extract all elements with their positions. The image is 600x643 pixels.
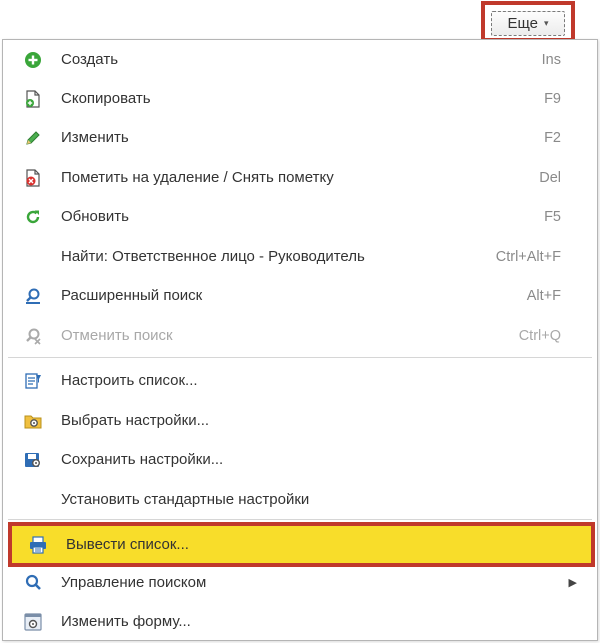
print-list-icon bbox=[28, 535, 48, 555]
chevron-down-icon: ▾ bbox=[544, 18, 549, 28]
menu-item-shortcut: Ins bbox=[541, 51, 561, 68]
more-menu: Создать Ins Скопировать F9 Изменить F2 П… bbox=[2, 39, 598, 641]
advanced-search-icon bbox=[23, 286, 43, 306]
menu-item-copy[interactable]: Скопировать F9 bbox=[3, 79, 597, 118]
menu-item-cancel-search[interactable]: Отменить поиск Ctrl+Q bbox=[3, 316, 597, 355]
copy-icon bbox=[23, 89, 43, 109]
menu-item-shortcut: Alt+F bbox=[526, 287, 561, 304]
menu-item-shortcut: F9 bbox=[544, 90, 561, 107]
menu-item-label: Настроить список... bbox=[61, 372, 198, 389]
menu-item-configure-list[interactable]: Настроить список... bbox=[3, 361, 597, 400]
menu-item-label: Найти: Ответственное лицо - Руководитель bbox=[61, 248, 365, 265]
cancel-search-icon bbox=[23, 326, 43, 346]
menu-item-default-settings[interactable]: Установить стандартные настройки bbox=[3, 480, 597, 519]
menu-item-search-management[interactable]: Управление поиском ▶ bbox=[3, 563, 597, 602]
refresh-icon bbox=[23, 207, 43, 227]
menu-item-shortcut: F2 bbox=[544, 129, 561, 146]
menu-item-select-settings[interactable]: Выбрать настройки... bbox=[3, 401, 597, 440]
menu-separator bbox=[8, 357, 592, 358]
menu-item-label: Выбрать настройки... bbox=[61, 412, 210, 429]
menu-item-label: Расширенный поиск bbox=[61, 287, 203, 304]
menu-item-refresh[interactable]: Обновить F5 bbox=[3, 197, 597, 236]
search-icon bbox=[23, 573, 43, 593]
plus-circle-icon bbox=[23, 50, 43, 70]
menu-item-label: Отменить поиск bbox=[61, 327, 173, 344]
menu-separator bbox=[8, 519, 592, 520]
save-settings-icon bbox=[23, 450, 43, 470]
menu-item-label: Управление поиском bbox=[61, 574, 207, 591]
menu-item-edit-form[interactable]: Изменить форму... bbox=[3, 602, 597, 641]
menu-item-print-list[interactable]: Вывести список... bbox=[8, 526, 600, 563]
menu-item-label: Вывести список... bbox=[66, 536, 189, 553]
more-button-highlight: Еще ▾ bbox=[481, 1, 575, 42]
menu-item-shortcut: Ctrl+Q bbox=[518, 327, 561, 344]
more-button-label: Еще bbox=[507, 15, 538, 32]
select-settings-icon bbox=[23, 411, 43, 431]
menu-item-save-settings[interactable]: Сохранить настройки... bbox=[3, 440, 597, 479]
menu-item-edit[interactable]: Изменить F2 bbox=[3, 118, 597, 157]
menu-item-label: Сохранить настройки... bbox=[61, 451, 224, 468]
pencil-icon bbox=[23, 128, 43, 148]
menu-item-label: Изменить bbox=[61, 129, 129, 146]
chevron-right-icon: ▶ bbox=[568, 577, 577, 589]
menu-item-advanced-search[interactable]: Расширенный поиск Alt+F bbox=[3, 276, 597, 315]
menu-item-label: Установить стандартные настройки bbox=[61, 491, 310, 508]
more-button[interactable]: Еще ▾ bbox=[491, 11, 565, 36]
menu-item-label: Изменить форму... bbox=[61, 613, 191, 630]
highlight-box: Вывести список... bbox=[8, 522, 595, 567]
menu-item-label: Пометить на удаление / Снять пометку bbox=[61, 169, 334, 186]
menu-item-shortcut: Ctrl+Alt+F bbox=[495, 248, 561, 265]
menu-item-shortcut: Del bbox=[539, 169, 561, 186]
delete-mark-icon bbox=[23, 168, 43, 188]
menu-item-label: Обновить bbox=[61, 208, 129, 225]
menu-item-label: Создать bbox=[61, 51, 119, 68]
form-icon bbox=[23, 612, 43, 632]
menu-item-shortcut: F5 bbox=[544, 208, 561, 225]
menu-item-create[interactable]: Создать Ins bbox=[3, 40, 597, 79]
menu-item-mark-delete[interactable]: Пометить на удаление / Снять пометку Del bbox=[3, 158, 597, 197]
list-settings-icon bbox=[23, 371, 43, 391]
menu-item-label: Скопировать bbox=[61, 90, 151, 107]
menu-item-find[interactable]: Найти: Ответственное лицо - Руководитель… bbox=[3, 237, 597, 276]
